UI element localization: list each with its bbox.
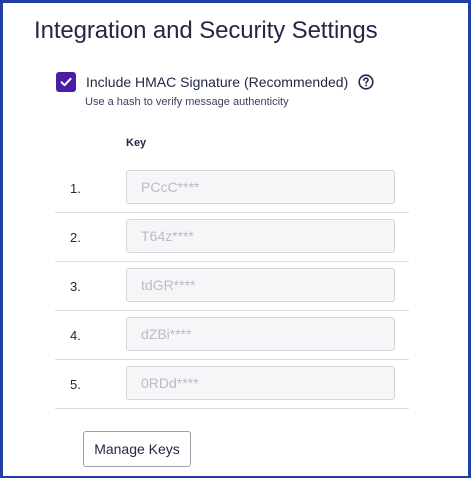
checkmark-icon xyxy=(60,77,72,87)
key-input[interactable] xyxy=(126,317,395,351)
key-row: 5. xyxy=(55,360,409,409)
key-row-number: 1. xyxy=(70,181,81,196)
hmac-signature-description: Use a hash to verify message authenticit… xyxy=(85,96,289,108)
manage-keys-button[interactable]: Manage Keys xyxy=(83,431,191,467)
key-row: 2. xyxy=(55,213,409,262)
key-input[interactable] xyxy=(126,170,395,204)
hmac-signature-label: Include HMAC Signature (Recommended) xyxy=(86,74,349,90)
page-title: Integration and Security Settings xyxy=(34,17,378,44)
key-input[interactable] xyxy=(126,366,395,400)
hmac-signature-checkbox[interactable] xyxy=(56,72,76,92)
key-row-number: 5. xyxy=(70,377,81,392)
key-column-header: Key xyxy=(126,137,147,149)
key-row-number: 4. xyxy=(70,328,81,343)
key-row: 1. xyxy=(55,164,409,213)
key-row-number: 2. xyxy=(70,230,81,245)
key-row: 3. xyxy=(55,262,409,311)
key-input[interactable] xyxy=(126,268,395,302)
hmac-signature-option[interactable]: Include HMAC Signature (Recommended) xyxy=(56,72,374,92)
settings-panel: Integration and Security Settings Includ… xyxy=(0,0,471,478)
key-row: 4. xyxy=(55,311,409,360)
key-row-number: 3. xyxy=(70,279,81,294)
question-circle-icon[interactable] xyxy=(358,74,374,90)
keys-list: 1. 2. 3. 4. 5. xyxy=(55,164,409,409)
key-input[interactable] xyxy=(126,219,395,253)
